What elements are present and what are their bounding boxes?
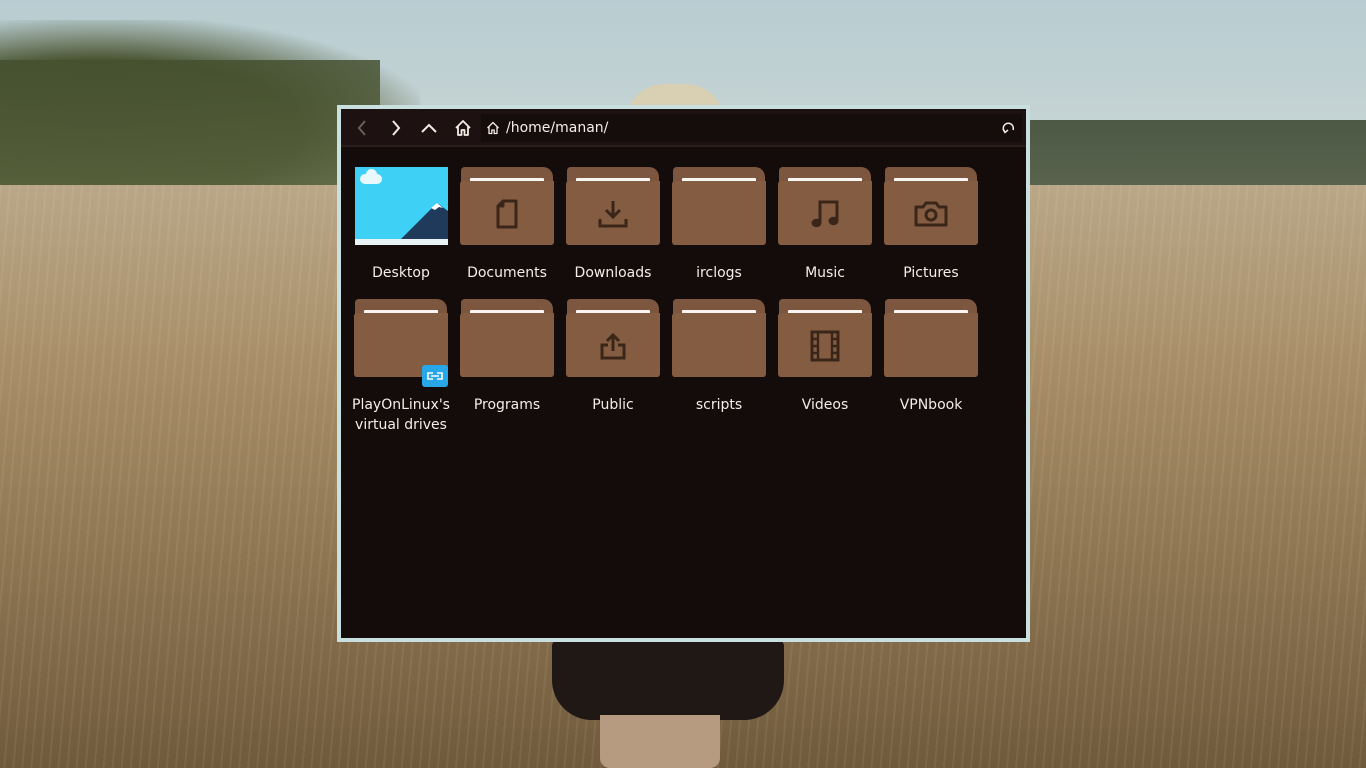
camera-icon (884, 183, 978, 245)
folder-icon (672, 299, 766, 379)
chevron-right-icon (392, 120, 401, 136)
file-grid: Desktop Documents Downloads irclogs Musi… (341, 149, 1026, 638)
wallpaper-figure-skirt (552, 640, 784, 720)
file-item-label: Documents (467, 265, 547, 281)
folder-icon (566, 167, 660, 247)
file-item-label: Desktop (372, 265, 430, 281)
desktop-thumbnail (354, 167, 448, 247)
location-bar[interactable]: /home/manan/ (481, 114, 1022, 142)
file-item-label: Pictures (903, 265, 959, 281)
home-button[interactable] (451, 116, 475, 140)
reload-icon (1002, 122, 1015, 134)
toolbar: /home/manan/ (341, 109, 1026, 147)
file-item-vpnbook[interactable]: VPNbook (878, 299, 984, 415)
file-item-label: PlayOnLinux's virtual drives (352, 397, 450, 433)
file-item-videos[interactable]: Videos (772, 299, 878, 415)
chevron-left-icon (357, 120, 366, 136)
file-item-documents[interactable]: Documents (454, 167, 560, 283)
file-item-label: Music (805, 265, 845, 281)
document-icon (460, 183, 554, 245)
folder-icon (566, 299, 660, 379)
file-item-playonlinux[interactable]: PlayOnLinux's virtual drives (348, 299, 454, 435)
music-note-icon (778, 183, 872, 245)
folder-icon (460, 167, 554, 247)
file-item-music[interactable]: Music (772, 167, 878, 283)
chevron-up-icon (421, 123, 437, 133)
folder-icon (672, 167, 766, 247)
folder-icon (778, 299, 872, 379)
folder-icon (460, 299, 554, 379)
file-manager-window: /home/manan/ Desktop Documents Downloads… (337, 105, 1030, 642)
wallpaper-figure-legs (600, 715, 720, 768)
home-icon (486, 120, 502, 136)
file-item-label: scripts (695, 397, 743, 413)
file-item-downloads[interactable]: Downloads (560, 167, 666, 283)
file-item-label: Programs (473, 397, 541, 413)
file-item-label: Downloads (574, 265, 652, 281)
folder-icon (778, 167, 872, 247)
file-item-label: Videos (801, 397, 849, 413)
home-icon (455, 120, 471, 136)
file-item-desktop[interactable]: Desktop (348, 167, 454, 283)
file-item-label: VPNbook (899, 397, 963, 413)
wallpaper-trees (0, 60, 380, 190)
reload-button[interactable] (1000, 119, 1018, 137)
up-button[interactable] (417, 116, 441, 140)
share-upload-icon (566, 315, 660, 377)
link-icon (422, 365, 448, 387)
file-item-label: irclogs (696, 265, 742, 281)
folder-icon (884, 167, 978, 247)
film-icon (778, 315, 872, 377)
folder-icon (354, 299, 448, 387)
forward-button[interactable] (384, 116, 408, 140)
download-icon (566, 183, 660, 245)
file-item-irclogs[interactable]: irclogs (666, 167, 772, 283)
file-item-pictures[interactable]: Pictures (878, 167, 984, 283)
file-item-scripts[interactable]: scripts (666, 299, 772, 415)
file-item-label: Public (592, 397, 634, 413)
file-item-programs[interactable]: Programs (454, 299, 560, 415)
back-button[interactable] (350, 116, 374, 140)
location-path[interactable]: /home/manan/ (506, 120, 608, 136)
folder-icon (884, 299, 978, 379)
file-item-public[interactable]: Public (560, 299, 666, 415)
